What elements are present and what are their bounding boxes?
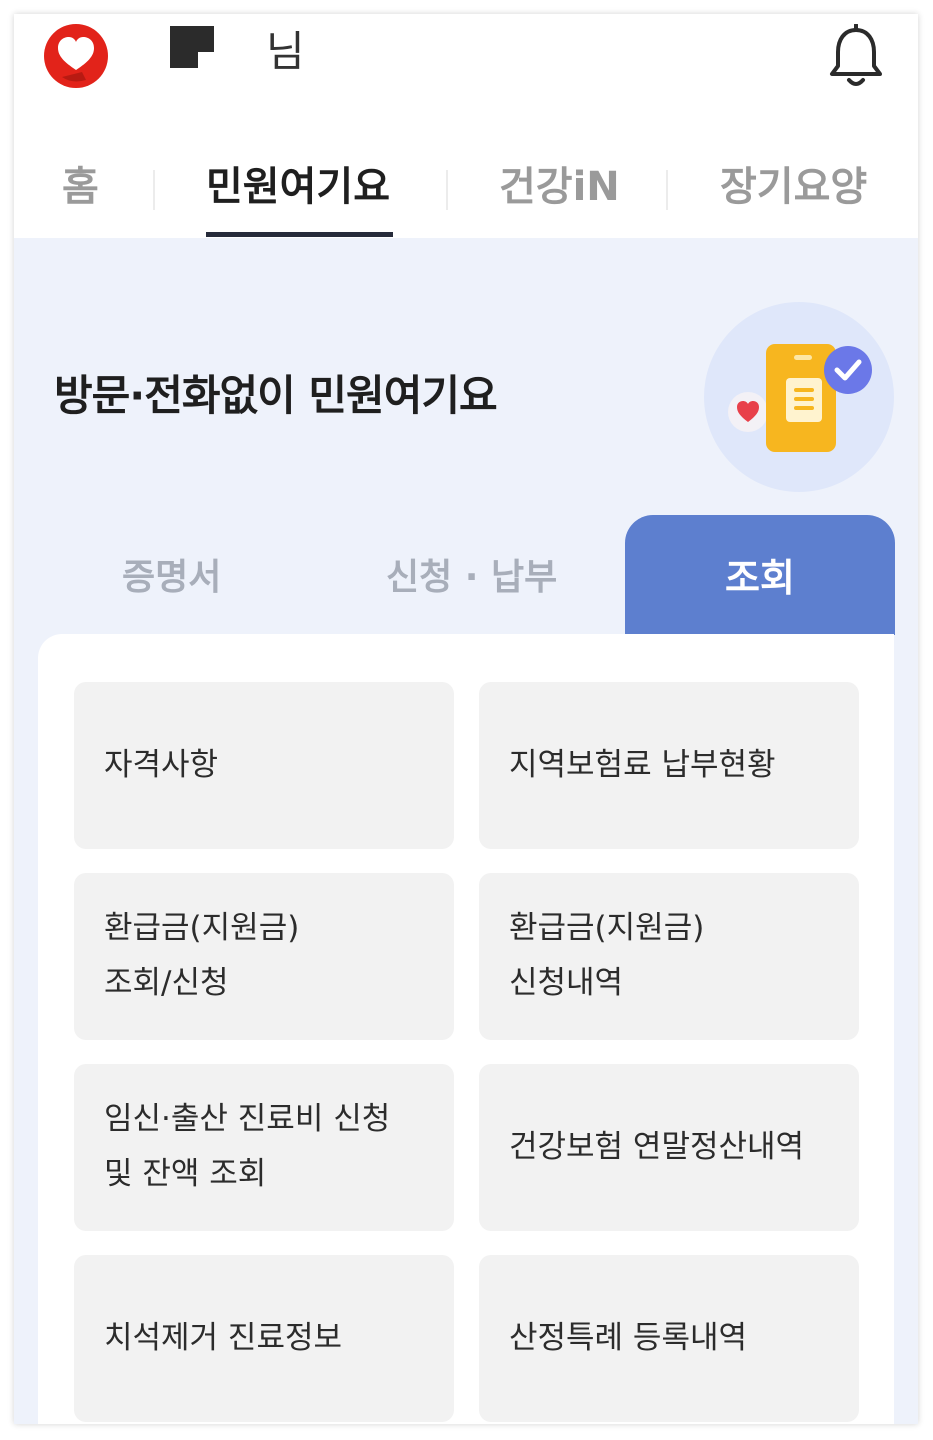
menu-card-special-case[interactable]: 산정특례 등록내역 bbox=[479, 1255, 859, 1422]
menu-card-refund-history[interactable]: 환급금(지원금) 신청내역 bbox=[479, 873, 859, 1040]
menu-panel: 자격사항 지역보험료 납부현황 환급금(지원금) 조회/신청 환급금(지원금) … bbox=[38, 634, 894, 1424]
hero-title: 방문·전화없이 민원여기요 bbox=[54, 371, 498, 420]
user-name-redacted bbox=[170, 26, 214, 68]
document-check-icon bbox=[704, 302, 894, 492]
menu-card-label: 자격사항 bbox=[104, 747, 219, 783]
hero-section: 방문·전화없이 민원여기요 증명서 신청 · 납부 조회 자격사항 지역보험료 … bbox=[14, 238, 918, 1424]
menu-card-label-line2: 및 잔액 조회 bbox=[104, 1156, 267, 1192]
menu-card-label-line2: 신청내역 bbox=[509, 965, 624, 1001]
tab-home[interactable]: 홈 bbox=[62, 154, 99, 212]
bell-icon[interactable] bbox=[828, 24, 884, 90]
menu-card-label: 지역보험료 납부현황 bbox=[509, 747, 776, 783]
menu-card-label: 환급금(지원금) bbox=[509, 910, 705, 946]
menu-card-year-end-tax[interactable]: 건강보험 연말정산내역 bbox=[479, 1064, 859, 1231]
menu-card-label: 임신·출산 진료비 신청 bbox=[104, 1101, 391, 1137]
menu-card-refund-apply[interactable]: 환급금(지원금) 조회/신청 bbox=[74, 873, 454, 1040]
menu-card-scaling[interactable]: 치석제거 진료정보 bbox=[74, 1255, 454, 1422]
subtab-certificate[interactable]: 증명서 bbox=[122, 548, 221, 600]
user-suffix: 님 bbox=[266, 27, 305, 76]
menu-card-label-line2: 조회/신청 bbox=[104, 965, 229, 1001]
tab-long-term-care[interactable]: 장기요양 bbox=[720, 154, 867, 212]
menu-card-label: 환급금(지원금) bbox=[104, 910, 300, 946]
menu-card-eligibility[interactable]: 자격사항 bbox=[74, 682, 454, 849]
active-tab-indicator bbox=[206, 232, 393, 237]
subtab-apply-pay[interactable]: 신청 · 납부 bbox=[386, 548, 557, 600]
heart-logo-icon[interactable] bbox=[42, 22, 110, 90]
menu-card-label: 치석제거 진료정보 bbox=[104, 1320, 343, 1356]
nav-divider bbox=[666, 170, 668, 210]
subtab-inquiry[interactable]: 조회 bbox=[625, 515, 895, 635]
app-frame: 님 홈 민원여기요 건강iN 장기요양 방문·전화없이 민원여기요 증명서 신청… bbox=[14, 14, 918, 1424]
menu-card-label: 산정특례 등록내역 bbox=[509, 1320, 748, 1356]
main-nav: 홈 민원여기요 건강iN 장기요양 bbox=[14, 132, 918, 238]
nav-divider bbox=[446, 170, 448, 210]
app-header: 님 bbox=[14, 14, 918, 100]
menu-card-label: 건강보험 연말정산내역 bbox=[509, 1129, 805, 1165]
menu-card-regional-premium[interactable]: 지역보험료 납부현황 bbox=[479, 682, 859, 849]
tab-minwon[interactable]: 민원여기요 bbox=[206, 154, 390, 212]
tab-health-in[interactable]: 건강iN bbox=[499, 154, 620, 212]
menu-card-pregnancy[interactable]: 임신·출산 진료비 신청 및 잔액 조회 bbox=[74, 1064, 454, 1231]
nav-divider bbox=[153, 170, 155, 210]
subtab-inquiry-label: 조회 bbox=[725, 556, 795, 600]
